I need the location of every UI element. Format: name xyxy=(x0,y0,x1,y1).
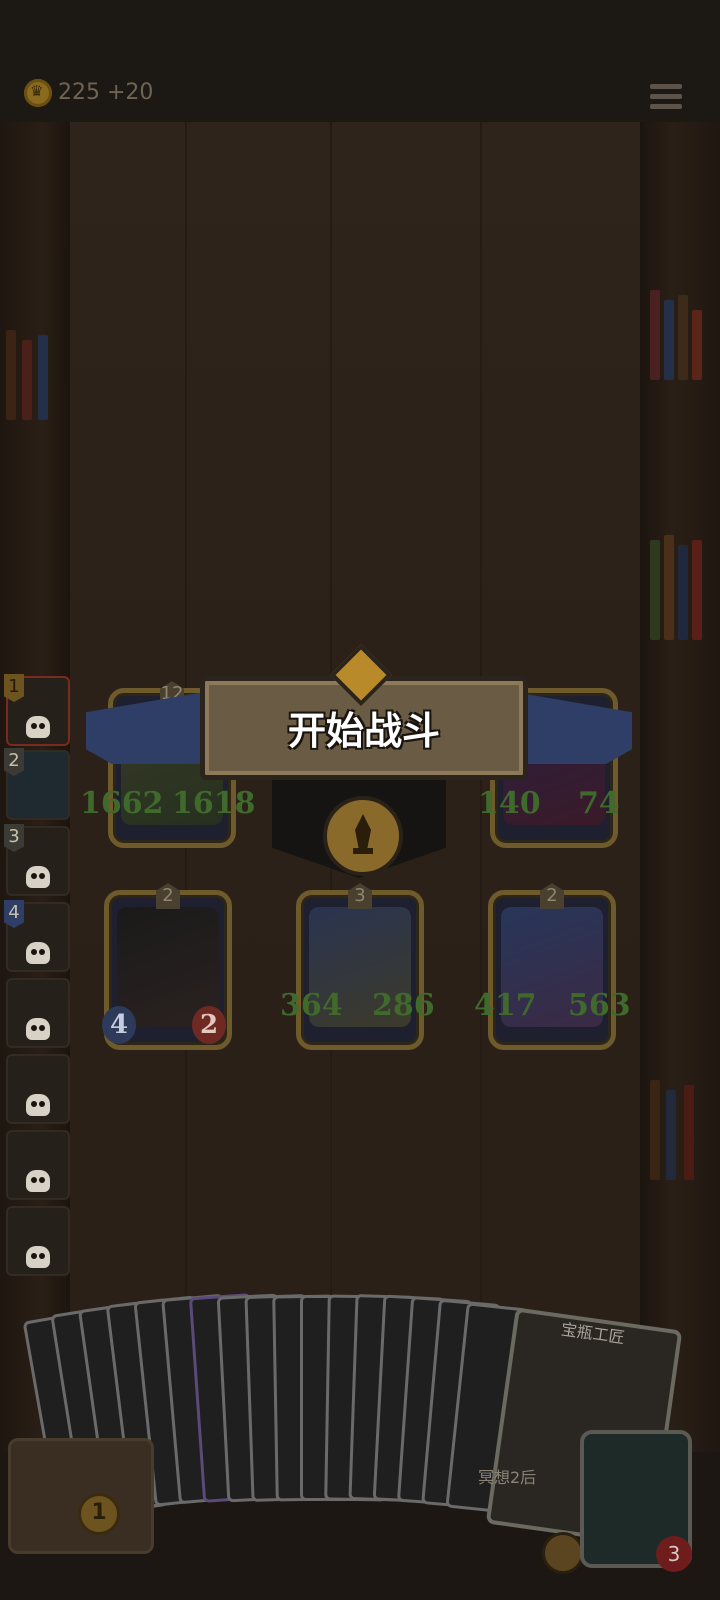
card-health: 1618 xyxy=(172,786,256,821)
board-card-bottom-2[interactable]: 3 xyxy=(296,883,424,1050)
book xyxy=(664,300,674,380)
card-health: 286 xyxy=(372,988,435,1023)
book xyxy=(666,1090,676,1180)
sidebar-slot-1[interactable]: 1 xyxy=(4,674,70,746)
skull-icon xyxy=(26,1018,50,1040)
book xyxy=(650,540,660,640)
sidebar-slot-7[interactable] xyxy=(6,1130,70,1200)
coin-counter: 225 +20 xyxy=(58,80,153,105)
menu-icon[interactable] xyxy=(650,84,682,114)
sidebar-slot-5[interactable] xyxy=(6,978,70,1048)
card-attack: 1662 xyxy=(80,786,164,821)
sidebar-slot-6[interactable] xyxy=(6,1054,70,1124)
shield-icon xyxy=(542,1532,584,1574)
card-health: 563 xyxy=(568,988,631,1023)
card-attack: 364 xyxy=(280,988,343,1023)
book xyxy=(650,290,660,380)
card-attack: 417 xyxy=(474,988,537,1023)
sidebar-slot-8[interactable] xyxy=(6,1206,70,1276)
skull-icon xyxy=(26,1170,50,1192)
book xyxy=(6,330,16,420)
book xyxy=(678,295,688,380)
sword-emblem-icon xyxy=(323,796,403,876)
book xyxy=(664,535,674,640)
skull-icon xyxy=(26,716,50,738)
book xyxy=(678,545,688,640)
start-battle-label: 开始战斗 xyxy=(287,709,440,753)
book xyxy=(692,310,702,380)
book xyxy=(692,540,702,640)
card-attack: 140 xyxy=(478,786,541,821)
sidebar-slot-4[interactable]: 4 xyxy=(4,900,70,972)
card-health: 2 xyxy=(192,1006,226,1044)
top-bar xyxy=(0,0,720,124)
coin-amount: 225 xyxy=(58,80,100,105)
sidebar-slot-2[interactable]: 2 xyxy=(4,748,70,820)
hero-health: 3 xyxy=(667,1542,681,1566)
heart-icon: 3 xyxy=(656,1536,692,1572)
crown-coin-icon xyxy=(24,79,52,107)
skull-icon xyxy=(26,1094,50,1116)
slot-number: 2 xyxy=(4,748,24,776)
skull-icon xyxy=(26,942,50,964)
skull-icon xyxy=(26,866,50,888)
book xyxy=(650,1080,660,1180)
book xyxy=(684,1085,694,1180)
book xyxy=(22,340,32,420)
card-attack: 4 xyxy=(102,1006,136,1044)
featured-card-desc: 冥想2后 xyxy=(478,1468,537,1487)
slot-number: 3 xyxy=(4,824,24,852)
chest-level: 1 xyxy=(78,1493,120,1535)
sidebar-slot-3[interactable]: 3 xyxy=(4,824,70,896)
slot-number: 4 xyxy=(4,900,24,928)
chest-icon[interactable] xyxy=(8,1438,154,1554)
slot-number: 1 xyxy=(4,674,24,702)
book xyxy=(38,335,48,420)
board-card-bottom-3[interactable]: 2 xyxy=(488,883,616,1050)
card-health: 74 xyxy=(578,786,620,821)
coin-income: +20 xyxy=(107,80,154,105)
skull-icon xyxy=(26,1246,50,1268)
